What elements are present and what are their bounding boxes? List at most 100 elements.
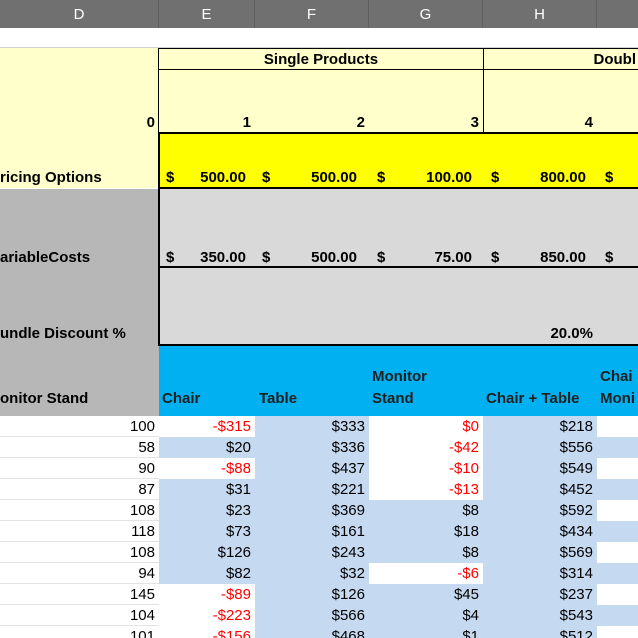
option-number-4[interactable]: 4 <box>483 114 593 131</box>
column-header-f[interactable]: F <box>255 0 369 28</box>
data-cell-g[interactable]: -$10 <box>369 458 483 479</box>
data-cell-e[interactable]: -$88 <box>159 458 255 479</box>
data-cell-h[interactable]: $549 <box>483 458 597 479</box>
data-cell-f[interactable]: $336 <box>255 437 369 458</box>
data-cell-h[interactable]: $512 <box>483 626 597 638</box>
data-cell-g[interactable]: -$42 <box>369 437 483 458</box>
data-cell-e[interactable]: $126 <box>159 542 255 563</box>
data-cell-e[interactable]: $82 <box>159 563 255 584</box>
option-number-1[interactable]: 1 <box>159 114 251 131</box>
bundle-discount-value[interactable]: 20.0% <box>483 325 593 342</box>
price-option-2[interactable]: 500.00 <box>280 169 357 186</box>
column-header-h[interactable]: H <box>483 0 597 28</box>
header-partial-line1[interactable]: Chai <box>600 368 633 385</box>
data-cell-f[interactable]: $468 <box>255 626 369 638</box>
variable-cost-option-2[interactable]: 500.00 <box>280 249 357 266</box>
data-cell-e[interactable]: -$223 <box>159 605 255 626</box>
data-cell-partial[interactable] <box>597 563 638 584</box>
data-cell-f[interactable]: $221 <box>255 479 369 500</box>
data-cell-h[interactable]: $314 <box>483 563 597 584</box>
variable-cost-option-1[interactable]: 350.00 <box>180 249 246 266</box>
data-cell-f[interactable]: $566 <box>255 605 369 626</box>
data-cell-f[interactable]: $32 <box>255 563 369 584</box>
data-cell-d[interactable]: 145 <box>0 584 159 605</box>
data-rows: 100 -$315 $333 $0 $218 58 $20 $336 -$42 $556 90 -$8… <box>0 416 638 638</box>
data-cell-partial[interactable] <box>597 521 638 542</box>
data-cell-g[interactable]: $8 <box>369 542 483 563</box>
data-cell-d[interactable]: 104 <box>0 605 159 626</box>
data-cell-d[interactable]: 101 <box>0 626 159 638</box>
column-header-g[interactable]: G <box>369 0 483 28</box>
price-option-3[interactable]: 100.00 <box>395 169 472 186</box>
header-table[interactable]: Table <box>259 390 297 407</box>
data-cell-partial[interactable] <box>597 542 638 563</box>
data-cell-partial[interactable] <box>597 605 638 626</box>
column-header-e[interactable]: E <box>159 0 255 28</box>
currency-symbol: $ <box>491 169 500 186</box>
data-cell-partial[interactable] <box>597 479 638 500</box>
column-header-d[interactable]: D <box>0 0 159 28</box>
data-cell-e[interactable]: -$89 <box>159 584 255 605</box>
data-cell-g[interactable]: $1 <box>369 626 483 638</box>
data-cell-partial[interactable] <box>597 626 638 638</box>
data-cell-f[interactable]: $161 <box>255 521 369 542</box>
header-partial-line2: Moni <box>600 390 635 407</box>
data-cell-d[interactable]: 90 <box>0 458 159 479</box>
data-cell-h[interactable]: $543 <box>483 605 597 626</box>
double-products-header[interactable]: Doubl <box>483 48 638 70</box>
variable-cost-option-3[interactable]: 75.00 <box>395 249 472 266</box>
data-cell-h[interactable]: $592 <box>483 500 597 521</box>
data-cell-h[interactable]: $556 <box>483 437 597 458</box>
currency-symbol: $ <box>377 249 386 266</box>
data-cell-partial[interactable] <box>597 437 638 458</box>
variable-cost-option-4[interactable]: 850.00 <box>510 249 586 266</box>
data-cell-f[interactable]: $369 <box>255 500 369 521</box>
header-chair-table[interactable]: Chair + Table <box>486 390 580 407</box>
data-cell-h[interactable]: $434 <box>483 521 597 542</box>
data-cell-g[interactable]: $4 <box>369 605 483 626</box>
data-cell-e[interactable]: $31 <box>159 479 255 500</box>
data-cell-partial[interactable] <box>597 584 638 605</box>
column-header-next[interactable] <box>597 0 638 28</box>
option-number-2[interactable]: 2 <box>255 114 365 131</box>
data-cell-f[interactable]: $243 <box>255 542 369 563</box>
data-cell-f[interactable]: $333 <box>255 416 369 437</box>
header-monitor-stand-line1[interactable]: Monitor <box>372 368 427 385</box>
header-chair[interactable]: Chair <box>162 390 200 407</box>
data-cell-d[interactable]: 100 <box>0 416 159 437</box>
data-cell-g[interactable]: $45 <box>369 584 483 605</box>
column-letter: F <box>306 5 317 23</box>
option-number-3[interactable]: 3 <box>369 114 479 131</box>
data-cell-h[interactable]: $218 <box>483 416 597 437</box>
data-cell-d[interactable]: 58 <box>0 437 159 458</box>
data-cell-g[interactable]: $0 <box>369 416 483 437</box>
data-cell-h[interactable]: $237 <box>483 584 597 605</box>
data-cell-g[interactable]: -$6 <box>369 563 483 584</box>
data-cell-d[interactable]: 108 <box>0 500 159 521</box>
data-cell-e[interactable]: $23 <box>159 500 255 521</box>
data-cell-g[interactable]: $18 <box>369 521 483 542</box>
data-cell-f[interactable]: $126 <box>255 584 369 605</box>
data-cell-e[interactable]: $20 <box>159 437 255 458</box>
data-cell-e[interactable]: $73 <box>159 521 255 542</box>
data-cell-e[interactable]: -$315 <box>159 416 255 437</box>
empty-row[interactable] <box>0 28 638 48</box>
currency-symbol: $ <box>377 169 386 186</box>
data-cell-d[interactable]: 87 <box>0 479 159 500</box>
data-cell-partial[interactable] <box>597 500 638 521</box>
data-cell-h[interactable]: $569 <box>483 542 597 563</box>
price-option-4[interactable]: 800.00 <box>510 169 586 186</box>
data-cell-d[interactable]: 108 <box>0 542 159 563</box>
option-number-0[interactable]: 0 <box>0 114 155 131</box>
data-cell-f[interactable]: $437 <box>255 458 369 479</box>
data-cell-g[interactable]: -$13 <box>369 479 483 500</box>
data-cell-h[interactable]: $452 <box>483 479 597 500</box>
data-cell-partial[interactable] <box>597 458 638 479</box>
single-products-header[interactable]: Single Products <box>158 48 484 70</box>
data-cell-d[interactable]: 94 <box>0 563 159 584</box>
data-cell-partial[interactable] <box>597 416 638 437</box>
data-cell-d[interactable]: 118 <box>0 521 159 542</box>
data-cell-g[interactable]: $8 <box>369 500 483 521</box>
data-cell-e[interactable]: -$156 <box>159 626 255 638</box>
price-option-1[interactable]: 500.00 <box>180 169 246 186</box>
